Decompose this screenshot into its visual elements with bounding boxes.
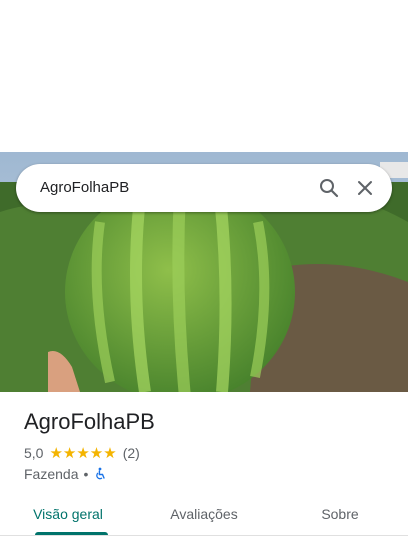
place-tabs: Visão geral Avaliações Sobre xyxy=(0,496,408,536)
place-category: Fazenda xyxy=(24,466,79,482)
search-icon[interactable] xyxy=(317,176,341,200)
tabs-divider xyxy=(0,535,408,536)
place-title: AgroFolhaPB xyxy=(24,409,155,434)
search-bar[interactable]: AgroFolhaPB xyxy=(16,164,392,212)
search-input[interactable]: AgroFolhaPB xyxy=(40,178,129,198)
rating-row[interactable]: 5,0 ★★★★★ (2) xyxy=(24,444,140,462)
rating-stars: ★★★★★ xyxy=(49,445,117,462)
tab-about[interactable]: Sobre xyxy=(272,496,408,536)
category-row: Fazenda • xyxy=(24,465,107,483)
map-blank-area xyxy=(0,0,408,152)
close-icon[interactable] xyxy=(353,176,377,200)
wheelchair-icon xyxy=(93,467,107,481)
review-count[interactable]: (2) xyxy=(123,445,140,461)
tab-overview[interactable]: Visão geral xyxy=(0,496,136,536)
rating-value: 5,0 xyxy=(24,445,44,461)
tab-reviews[interactable]: Avaliações xyxy=(136,496,272,536)
separator-dot: • xyxy=(83,466,89,482)
